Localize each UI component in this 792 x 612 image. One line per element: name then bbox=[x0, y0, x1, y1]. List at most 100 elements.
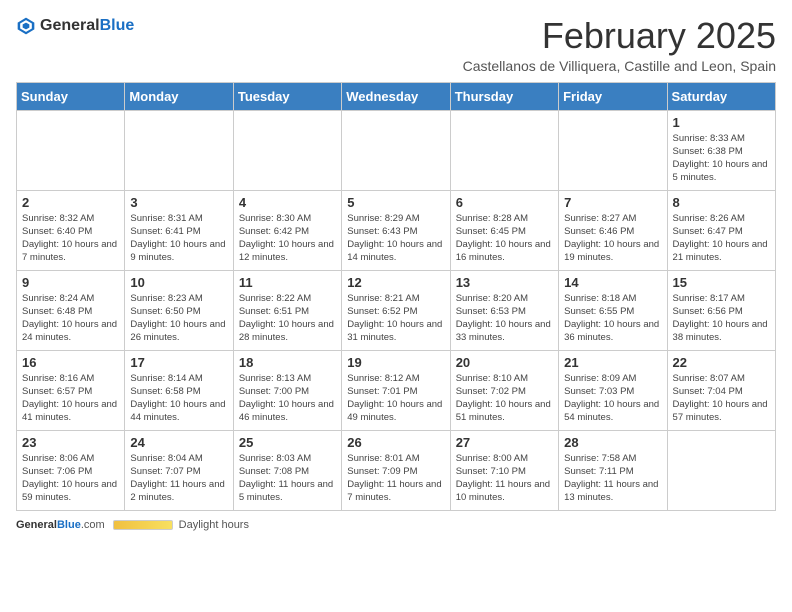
day-number: 16 bbox=[22, 355, 119, 370]
daylight-bar bbox=[113, 520, 173, 530]
title-block: February 2025 Castellanos de Villiquera,… bbox=[463, 16, 776, 74]
day-number: 7 bbox=[564, 195, 661, 210]
calendar-cell: 13 Sunrise: 8:20 AM Sunset: 6:53 PM Dayli… bbox=[450, 270, 558, 350]
day-number: 4 bbox=[239, 195, 336, 210]
calendar-cell: 26Sunrise: 8:01 AM Sunset: 7:09 PM Dayli… bbox=[342, 430, 450, 510]
calendar-header-saturday: Saturday bbox=[667, 82, 775, 110]
calendar-header-friday: Friday bbox=[559, 82, 667, 110]
day-number: 10 bbox=[130, 275, 227, 290]
calendar-cell: 1 Sunrise: 8:33 AM Sunset: 6:38 PM Daylig… bbox=[667, 110, 775, 190]
day-info: Sunrise: 8:22 AM Sunset: 6:51 PM Dayligh… bbox=[239, 292, 336, 345]
calendar-week-row: 2Sunrise: 8:32 AM Sunset: 6:40 PM Daylig… bbox=[17, 190, 776, 270]
day-info: Sunrise: 8:18 AM Sunset: 6:55 PM Dayligh… bbox=[564, 292, 661, 345]
day-info: Sunrise: 8:03 AM Sunset: 7:08 PM Dayligh… bbox=[239, 452, 336, 505]
calendar-cell: 17Sunrise: 8:14 AM Sunset: 6:58 PM Dayli… bbox=[125, 350, 233, 430]
footer: GeneralBlue.com Daylight hours bbox=[16, 519, 776, 531]
calendar-cell: 5Sunrise: 8:29 AM Sunset: 6:43 PM Daylig… bbox=[342, 190, 450, 270]
day-info: Sunrise: 8:26 AM Sunset: 6:47 PM Dayligh… bbox=[673, 212, 770, 265]
calendar-cell: 11Sunrise: 8:22 AM Sunset: 6:51 PM Dayli… bbox=[233, 270, 341, 350]
day-number: 13 bbox=[456, 275, 553, 290]
calendar-cell: 23Sunrise: 8:06 AM Sunset: 7:06 PM Dayli… bbox=[17, 430, 125, 510]
calendar-cell bbox=[667, 430, 775, 510]
day-number: 6 bbox=[456, 195, 553, 210]
calendar-header-wednesday: Wednesday bbox=[342, 82, 450, 110]
calendar-header-monday: Monday bbox=[125, 82, 233, 110]
calendar-cell bbox=[450, 110, 558, 190]
logo-icon bbox=[16, 16, 36, 36]
day-number: 9 bbox=[22, 275, 119, 290]
day-info: Sunrise: 8:27 AM Sunset: 6:46 PM Dayligh… bbox=[564, 212, 661, 265]
calendar-cell: 20Sunrise: 8:10 AM Sunset: 7:02 PM Dayli… bbox=[450, 350, 558, 430]
calendar-cell: 12 Sunrise: 8:21 AM Sunset: 6:52 PM Dayli… bbox=[342, 270, 450, 350]
day-number: 14 bbox=[564, 275, 661, 290]
calendar-cell: 15 Sunrise: 8:17 AM Sunset: 6:56 PM Dayli… bbox=[667, 270, 775, 350]
calendar-cell: 14 Sunrise: 8:18 AM Sunset: 6:55 PM Dayli… bbox=[559, 270, 667, 350]
day-info: Sunrise: 8:20 AM Sunset: 6:53 PM Dayligh… bbox=[456, 292, 553, 345]
daylight-legend: Daylight hours bbox=[113, 519, 249, 531]
calendar-cell: 10Sunrise: 8:23 AM Sunset: 6:50 PM Dayli… bbox=[125, 270, 233, 350]
day-info: Sunrise: 8:00 AM Sunset: 7:10 PM Dayligh… bbox=[456, 452, 553, 505]
day-number: 2 bbox=[22, 195, 119, 210]
calendar-cell: 6 Sunrise: 8:28 AM Sunset: 6:45 PM Daylig… bbox=[450, 190, 558, 270]
day-info: Sunrise: 8:09 AM Sunset: 7:03 PM Dayligh… bbox=[564, 372, 661, 425]
logo-general: General bbox=[40, 17, 100, 34]
calendar-header-tuesday: Tuesday bbox=[233, 82, 341, 110]
calendar-cell: 3 Sunrise: 8:31 AM Sunset: 6:41 PM Daylig… bbox=[125, 190, 233, 270]
day-number: 17 bbox=[130, 355, 227, 370]
calendar-cell: 9 Sunrise: 8:24 AM Sunset: 6:48 PM Daylig… bbox=[17, 270, 125, 350]
calendar-cell bbox=[17, 110, 125, 190]
day-info: Sunrise: 8:24 AM Sunset: 6:48 PM Dayligh… bbox=[22, 292, 119, 345]
logo-text-block: GeneralBlue bbox=[40, 17, 134, 35]
calendar-cell: 25 Sunrise: 8:03 AM Sunset: 7:08 PM Dayli… bbox=[233, 430, 341, 510]
calendar-cell: 18Sunrise: 8:13 AM Sunset: 7:00 PM Dayli… bbox=[233, 350, 341, 430]
page-container: GeneralBlue February 2025 Castellanos de… bbox=[16, 16, 776, 531]
day-number: 15 bbox=[673, 275, 770, 290]
calendar-cell: 4Sunrise: 8:30 AM Sunset: 6:42 PM Daylig… bbox=[233, 190, 341, 270]
calendar-cell: 2Sunrise: 8:32 AM Sunset: 6:40 PM Daylig… bbox=[17, 190, 125, 270]
day-info: Sunrise: 8:28 AM Sunset: 6:45 PM Dayligh… bbox=[456, 212, 553, 265]
day-number: 8 bbox=[673, 195, 770, 210]
calendar-cell bbox=[559, 110, 667, 190]
day-number: 3 bbox=[130, 195, 227, 210]
calendar-week-row: 23Sunrise: 8:06 AM Sunset: 7:06 PM Dayli… bbox=[17, 430, 776, 510]
calendar-cell: 16 Sunrise: 8:16 AM Sunset: 6:57 PM Dayli… bbox=[17, 350, 125, 430]
day-number: 12 bbox=[347, 275, 444, 290]
calendar-cell bbox=[342, 110, 450, 190]
day-number: 21 bbox=[564, 355, 661, 370]
day-info: Sunrise: 8:07 AM Sunset: 7:04 PM Dayligh… bbox=[673, 372, 770, 425]
daylight-label: Daylight hours bbox=[179, 519, 249, 531]
day-info: Sunrise: 8:33 AM Sunset: 6:38 PM Dayligh… bbox=[673, 132, 770, 185]
calendar-cell: 21 Sunrise: 8:09 AM Sunset: 7:03 PM Dayli… bbox=[559, 350, 667, 430]
calendar-cell bbox=[125, 110, 233, 190]
day-number: 5 bbox=[347, 195, 444, 210]
day-number: 25 bbox=[239, 435, 336, 450]
day-number: 27 bbox=[456, 435, 553, 450]
page-title: February 2025 bbox=[463, 16, 776, 56]
calendar-table: SundayMondayTuesdayWednesdayThursdayFrid… bbox=[16, 82, 776, 511]
day-info: Sunrise: 8:31 AM Sunset: 6:41 PM Dayligh… bbox=[130, 212, 227, 265]
calendar-cell: 19Sunrise: 8:12 AM Sunset: 7:01 PM Dayli… bbox=[342, 350, 450, 430]
calendar-cell: 24 Sunrise: 8:04 AM Sunset: 7:07 PM Dayli… bbox=[125, 430, 233, 510]
day-info: Sunrise: 8:04 AM Sunset: 7:07 PM Dayligh… bbox=[130, 452, 227, 505]
day-info: Sunrise: 8:10 AM Sunset: 7:02 PM Dayligh… bbox=[456, 372, 553, 425]
calendar-cell: 8 Sunrise: 8:26 AM Sunset: 6:47 PM Daylig… bbox=[667, 190, 775, 270]
day-number: 24 bbox=[130, 435, 227, 450]
day-number: 18 bbox=[239, 355, 336, 370]
day-info: Sunrise: 8:06 AM Sunset: 7:06 PM Dayligh… bbox=[22, 452, 119, 505]
day-info: Sunrise: 7:58 AM Sunset: 7:11 PM Dayligh… bbox=[564, 452, 661, 505]
calendar-header-sunday: Sunday bbox=[17, 82, 125, 110]
calendar-cell bbox=[233, 110, 341, 190]
calendar-header-thursday: Thursday bbox=[450, 82, 558, 110]
calendar-cell: 22 Sunrise: 8:07 AM Sunset: 7:04 PM Dayli… bbox=[667, 350, 775, 430]
logo: GeneralBlue bbox=[16, 16, 134, 36]
day-info: Sunrise: 8:16 AM Sunset: 6:57 PM Dayligh… bbox=[22, 372, 119, 425]
day-number: 22 bbox=[673, 355, 770, 370]
day-info: Sunrise: 8:21 AM Sunset: 6:52 PM Dayligh… bbox=[347, 292, 444, 345]
logo-blue: Blue bbox=[100, 17, 135, 34]
calendar-week-row: 1 Sunrise: 8:33 AM Sunset: 6:38 PM Daylig… bbox=[17, 110, 776, 190]
day-number: 1 bbox=[673, 115, 770, 130]
footer-logo: GeneralBlue.com bbox=[16, 519, 105, 531]
day-info: Sunrise: 8:17 AM Sunset: 6:56 PM Dayligh… bbox=[673, 292, 770, 345]
day-info: Sunrise: 8:01 AM Sunset: 7:09 PM Dayligh… bbox=[347, 452, 444, 505]
calendar-week-row: 9 Sunrise: 8:24 AM Sunset: 6:48 PM Daylig… bbox=[17, 270, 776, 350]
